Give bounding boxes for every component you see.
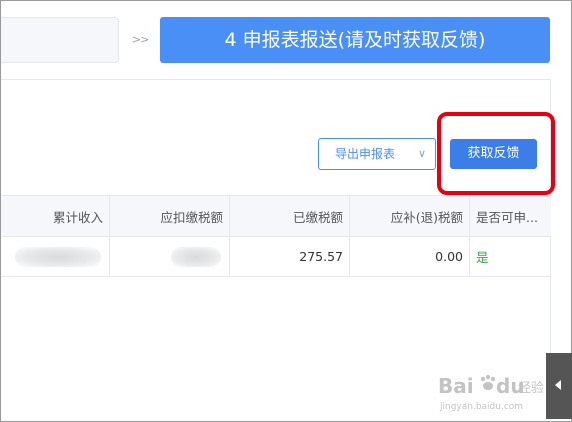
redacted-value bbox=[15, 246, 101, 267]
export-report-label: 导出申报表 bbox=[335, 147, 396, 161]
paw-icon bbox=[480, 374, 496, 390]
arrow-left-icon bbox=[555, 380, 561, 390]
cell-tax-paid: 275.57 bbox=[230, 237, 350, 276]
collapse-sidebar-tab[interactable] bbox=[546, 353, 572, 419]
watermark-url: jingyan.baidu.com bbox=[439, 402, 523, 412]
header-tax-due-refund: 应补(退)税额 bbox=[350, 196, 470, 236]
cell-tax-withheld bbox=[110, 237, 230, 276]
header-tax-paid: 已缴税额 bbox=[230, 196, 350, 236]
table-header-row: 累计收入 应扣缴税额 已缴税额 应补(退)税额 是否可申... bbox=[1, 195, 551, 237]
step-separator: >> bbox=[132, 33, 149, 46]
cell-can-declare: 是 bbox=[476, 250, 489, 265]
annotation-highlight-box bbox=[437, 112, 555, 195]
baidu-jingyan-watermark: Bai du 经验 jingyan.baidu.com bbox=[438, 367, 544, 415]
baidu-logo-icon: Bai du 经验 jingyan.baidu.com bbox=[438, 374, 544, 412]
watermark-suffix: 经验 bbox=[518, 380, 544, 396]
cell-tax-due-refund: 0.00 bbox=[350, 237, 470, 276]
chevron-down-icon: ∨ bbox=[417, 147, 426, 160]
cell-cumulative-income bbox=[1, 237, 110, 276]
watermark-brand: Bai bbox=[438, 374, 474, 398]
redacted-value bbox=[171, 246, 221, 267]
header-cumulative-income: 累计收入 bbox=[1, 196, 110, 236]
table-row: 275.57 0.00 是 bbox=[1, 237, 551, 277]
step-4-submit-report[interactable]: 4 申报表报送(请及时获取反馈) bbox=[160, 17, 550, 63]
header-can-declare: 是否可申... bbox=[476, 209, 538, 225]
export-report-dropdown[interactable]: 导出申报表 ∨ bbox=[318, 138, 436, 170]
header-tax-withheld: 应扣缴税额 bbox=[110, 196, 230, 236]
previous-step[interactable] bbox=[1, 17, 119, 63]
